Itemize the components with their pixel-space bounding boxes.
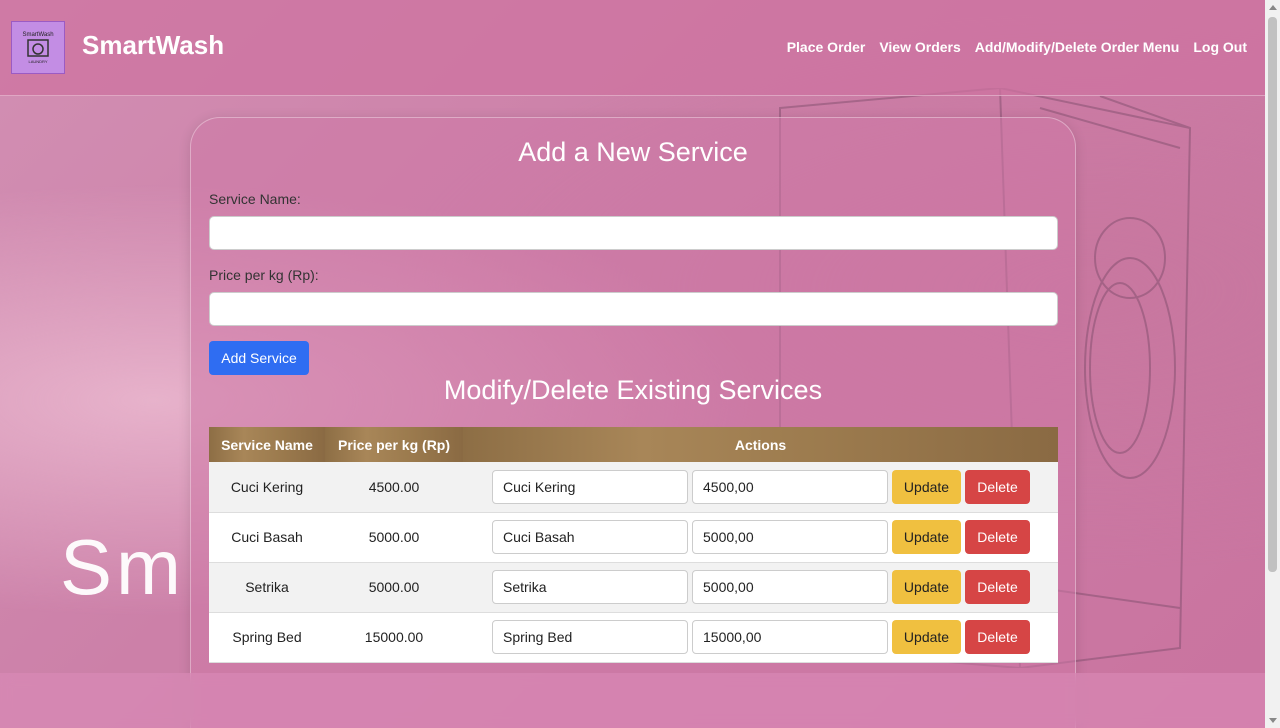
delete-button[interactable]: Delete (965, 570, 1030, 604)
update-button[interactable]: Update (892, 620, 961, 654)
update-button[interactable]: Update (892, 469, 961, 504)
scroll-up-arrow-icon[interactable] (1269, 5, 1277, 10)
price-cell: 5000.00 (368, 579, 420, 595)
delete-button[interactable]: Delete (965, 520, 1030, 554)
service-name-cell: Spring Bed (232, 629, 302, 645)
table-header-row: Service Name Price per kg (Rp) Actions (209, 427, 1058, 462)
service-card: Add a New Service Service Name: Price pe… (190, 117, 1076, 728)
col-actions: Actions (463, 427, 1058, 462)
scroll-down-arrow-icon[interactable] (1269, 718, 1277, 723)
service-name-label: Service Name: (209, 191, 301, 207)
delete-button[interactable]: Delete (965, 620, 1030, 654)
edit-name-input[interactable]: Setrika (492, 570, 688, 604)
service-name-cell: Setrika (245, 579, 289, 595)
edit-price-input[interactable]: 5000,00 (692, 570, 888, 604)
price-label: Price per kg (Rp): (209, 267, 319, 283)
update-button[interactable]: Update (892, 570, 961, 604)
services-table: Service Name Price per kg (Rp) Actions C… (209, 427, 1058, 663)
footer-blurred (0, 673, 1265, 728)
col-price: Price per kg (Rp) (325, 427, 463, 462)
nav-place-order[interactable]: Place Order (787, 39, 866, 55)
add-service-button[interactable]: Add Service (209, 341, 309, 375)
table-row: Cuci Basah 5000.00 Cuci Basah 5000,00 Upda… (209, 512, 1058, 562)
edit-price-input[interactable]: 15000,00 (692, 620, 888, 654)
background-watermark-text: Sm (60, 523, 185, 611)
price-cell: 4500.00 (368, 478, 420, 495)
washing-machine-icon (27, 38, 49, 57)
modify-services-title: Modify/Delete Existing Services (443, 375, 823, 405)
actions-cell: Spring Bed 15000,00 Update Delete (463, 612, 1058, 662)
nav-view-orders[interactable]: View Orders (879, 39, 960, 55)
main-nav: Place Order View Orders Add/Modify/Delet… (787, 39, 1247, 55)
table-row: Cuci Kering 4500.00 Cuci Kering 4500,00 Up… (209, 462, 1058, 512)
table-row: Spring Bed 15000.00 Spring Bed 15000,00 Up… (209, 612, 1058, 662)
price-input[interactable] (209, 292, 1058, 326)
nav-log-out[interactable]: Log Out (1193, 39, 1247, 55)
page-scrollbar[interactable] (1265, 0, 1280, 728)
brand-name[interactable]: SmartWash (82, 30, 224, 61)
logo-subtext: LAUNDRY (28, 58, 48, 64)
nav-order-menu[interactable]: Add/Modify/Delete Order Menu (975, 39, 1180, 55)
actions-cell: Setrika 5000,00 Update Delete (463, 562, 1058, 612)
edit-name-input[interactable]: Cuci Basah (492, 520, 688, 554)
service-name-cell: Cuci Kering (230, 478, 304, 495)
col-service-name: Service Name (209, 427, 325, 462)
edit-price-input[interactable]: 5000,00 (692, 520, 888, 554)
price-cell: 5000.00 (368, 529, 420, 545)
actions-cell: Cuci Basah 5000,00 Update Delete (463, 512, 1058, 562)
actions-cell: Cuci Kering 4500,00 Update Delete (463, 462, 1058, 512)
scrollbar-thumb[interactable] (1268, 17, 1277, 572)
table-row: Setrika 5000.00 Setrika 5000,00 Update Dele… (209, 562, 1058, 612)
delete-button[interactable]: Delete (965, 469, 1030, 504)
price-cell: 15000.00 (364, 629, 424, 645)
edit-price-input[interactable]: 4500,00 (692, 469, 888, 504)
update-button[interactable]: Update (892, 520, 961, 554)
add-service-title: Add a New Service (518, 137, 748, 167)
navbar: SmartWash LAUNDRY SmartWash Place Order … (0, 0, 1265, 96)
brand-logo[interactable]: SmartWash LAUNDRY (11, 21, 65, 74)
edit-name-input[interactable]: Spring Bed (492, 620, 688, 654)
service-name-input[interactable] (209, 216, 1058, 250)
service-name-cell: Cuci Basah (231, 529, 303, 545)
edit-name-input[interactable]: Cuci Kering (492, 469, 688, 504)
